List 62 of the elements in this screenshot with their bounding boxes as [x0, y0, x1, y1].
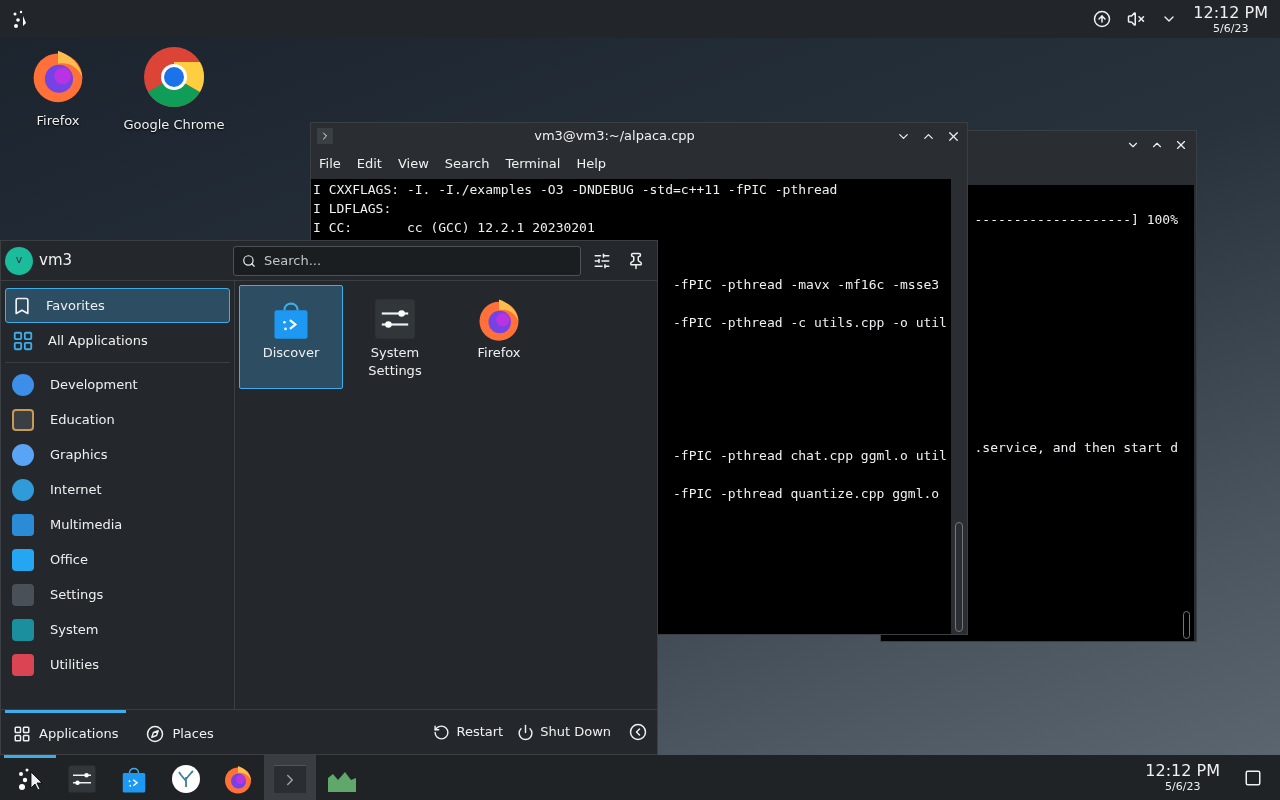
app-tile[interactable]: System Settings — [343, 285, 447, 389]
update-icon[interactable] — [1093, 10, 1112, 28]
category-item[interactable]: Settings — [5, 577, 230, 612]
terminal-line: --------------------] 100% — [974, 211, 1178, 229]
terminal-line: I CXXFLAGS: -I. -I./examples -O3 -DNDEBUG -std=c++11 -fPIC -pthread — [313, 181, 838, 199]
bookmark-icon — [12, 295, 32, 316]
sliders-icon — [67, 764, 97, 794]
menu-item[interactable]: Edit — [350, 154, 388, 174]
sliders-icon — [373, 297, 417, 341]
desktop-icon[interactable]: Firefox — [18, 45, 98, 131]
window-title: vm3@vm3:~/alpaca.cpp — [533, 127, 696, 146]
category-item[interactable]: Internet — [5, 472, 230, 507]
power-action-button[interactable]: Restart — [429, 722, 508, 742]
power-icon — [517, 723, 535, 741]
muted-speaker-icon[interactable] — [1127, 10, 1146, 28]
chrome-icon — [142, 45, 206, 109]
launcher-icon — [17, 766, 43, 792]
category-item[interactable]: Education — [5, 402, 230, 437]
search-field[interactable]: Search... — [233, 245, 581, 276]
menu-item[interactable]: Terminal — [499, 154, 567, 174]
category-item[interactable]: System — [5, 612, 230, 647]
chalkboard-icon — [12, 408, 34, 431]
clock[interactable]: 12:12 PM 5/6/23 — [1145, 755, 1220, 800]
category-item[interactable]: Multimedia — [5, 507, 230, 542]
avatar[interactable]: v — [5, 246, 33, 275]
category-item[interactable]: Office — [5, 542, 230, 577]
close-icon[interactable] — [1174, 138, 1188, 152]
firefox-icon — [222, 763, 254, 795]
category-item[interactable]: Development — [5, 367, 230, 402]
menu-item[interactable]: Help — [570, 154, 613, 174]
menu-item[interactable]: File — [313, 154, 347, 174]
terminal-line: .service, and then start d — [974, 439, 1178, 457]
terminal-icon — [274, 765, 306, 793]
clock[interactable]: 12:12 PM 5/6/23 — [1193, 4, 1268, 34]
grid-icon — [13, 724, 31, 743]
pin-icon[interactable] — [627, 251, 645, 270]
terminal-line: I LDFLAGS: — [313, 200, 392, 218]
user-name: vm3 — [39, 250, 74, 272]
menu-item[interactable]: View — [391, 154, 435, 174]
restart-icon — [433, 723, 451, 741]
power-action-button[interactable]: Shut Down — [513, 722, 615, 742]
terminal-line: -fPIC -pthread chat.cpp ggml.o util — [673, 447, 947, 465]
back-icon[interactable] — [629, 723, 647, 741]
app-tile[interactable]: Firefox — [447, 285, 551, 389]
terminal-icon — [317, 128, 333, 144]
grid-icon — [12, 329, 34, 352]
terminal-line: -fPIC -pthread quantize.cpp ggml.o — [673, 485, 940, 503]
search-icon — [242, 253, 256, 268]
category-item[interactable]: All Applications — [5, 323, 230, 358]
menu-item[interactable]: Search — [438, 154, 496, 174]
category-item[interactable]: Utilities — [5, 647, 230, 682]
app-tile[interactable]: Discover — [239, 285, 343, 389]
show-desktop-icon[interactable] — [1244, 768, 1262, 787]
menu-tab[interactable]: Places — [138, 710, 222, 754]
terminal-line: I CC: cc (GCC) 12.2.1 20230201 — [313, 219, 595, 237]
category-item[interactable]: Favorites — [5, 288, 230, 323]
terminal-line: -fPIC -pthread -c utils.cpp -o util — [673, 314, 947, 332]
category-item[interactable]: Graphics — [5, 437, 230, 472]
sliders-icon[interactable] — [593, 251, 611, 270]
compass-icon — [146, 724, 165, 743]
desktop-icon[interactable]: Google Chrome — [118, 45, 230, 135]
terminal-line: -fPIC -pthread -mavx -mf16c -msse3 — [673, 276, 940, 294]
